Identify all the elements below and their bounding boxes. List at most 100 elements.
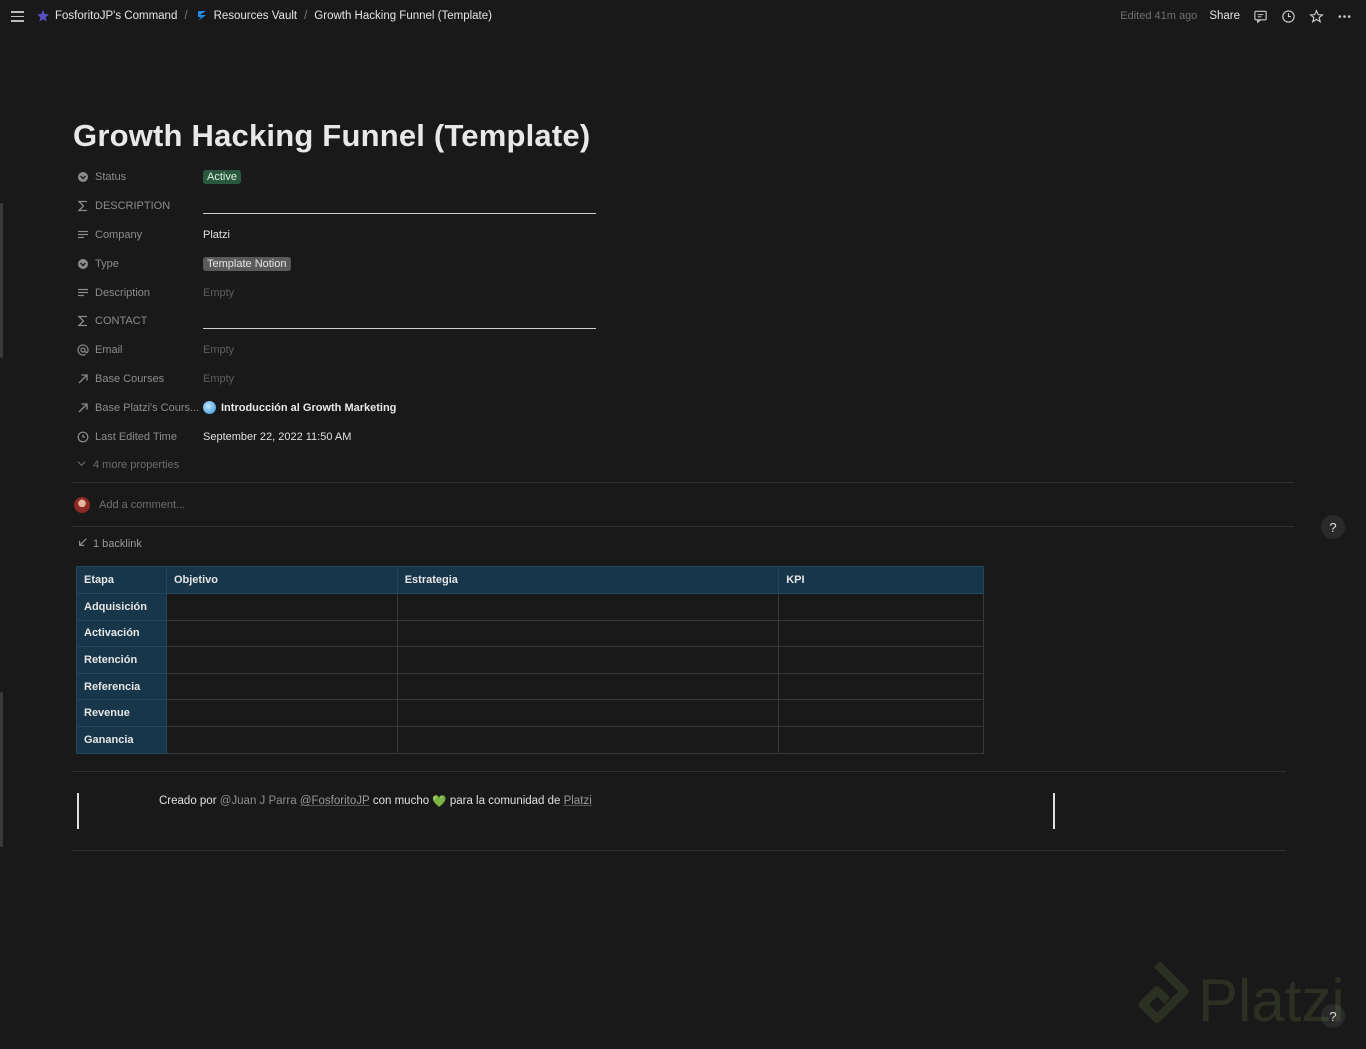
status-badge: Active <box>203 170 241 185</box>
property-label: Base Platzi's Cours... <box>95 401 200 414</box>
table-cell[interactable] <box>396 619 780 648</box>
property-last-edited-time: Last Edited Time September 22, 2022 11:5… <box>76 422 636 451</box>
property-name[interactable]: CONTACT <box>76 315 203 328</box>
help-button[interactable]: ? <box>1321 515 1345 539</box>
table-cell[interactable] <box>165 619 398 648</box>
property-description: Description Empty <box>76 278 636 307</box>
share-button[interactable]: Share <box>1209 10 1240 22</box>
table-cell[interactable] <box>165 672 398 701</box>
table-cell[interactable] <box>778 646 984 674</box>
formula-icon <box>76 315 89 328</box>
table-cell[interactable] <box>778 593 984 621</box>
table-cell[interactable] <box>778 672 984 701</box>
property-name[interactable]: Company <box>76 228 203 241</box>
more-properties-label: 4 more properties <box>93 459 180 472</box>
menu-icon[interactable] <box>11 11 24 22</box>
relation-arrow-icon <box>76 372 89 385</box>
table-cell[interactable] <box>778 699 984 727</box>
backlinks-toggle[interactable]: 1 backlink <box>78 537 142 550</box>
base-platzi-courses-value[interactable]: Introducción al Growth Marketing <box>203 393 636 422</box>
property-label: Type <box>95 257 119 270</box>
property-label: Company <box>95 228 143 241</box>
favorite-star-icon[interactable] <box>1308 8 1324 24</box>
stage-cell[interactable]: Adquisición <box>76 593 167 621</box>
credit-line: Creado por @Juan J Parra @FosforitoJP co… <box>159 794 592 808</box>
stage-cell[interactable]: Revenue <box>76 699 167 727</box>
breadcrumb: FosforitoJP's Command / Resources Vault … <box>36 9 492 23</box>
column-header[interactable]: Objetivo <box>165 566 398 594</box>
text-lines-icon <box>76 228 89 241</box>
table-cell[interactable] <box>396 672 780 701</box>
globe-icon <box>203 401 216 415</box>
stage-cell[interactable]: Retención <box>76 646 167 674</box>
property-email: Email Empty <box>76 336 636 365</box>
property-name[interactable]: Email <box>76 344 203 357</box>
avatar <box>74 497 90 513</box>
email-value[interactable]: Empty <box>203 336 636 365</box>
platzi-link[interactable]: Platzi <box>564 795 592 807</box>
column-header[interactable]: Estrategia <box>396 566 780 594</box>
table-cell[interactable] <box>396 725 780 754</box>
property-name[interactable]: Last Edited Time <box>76 430 203 443</box>
table-cell[interactable] <box>165 699 398 727</box>
edited-timestamp: Edited 41m ago <box>1120 10 1198 22</box>
column-header[interactable]: Etapa <box>76 566 167 594</box>
scroll-rail[interactable] <box>0 203 3 358</box>
property-name[interactable]: Status <box>76 171 203 184</box>
divider <box>72 850 1286 851</box>
table-cell[interactable] <box>165 646 398 674</box>
table-header-row: Etapa Objetivo Estrategia KPI <box>76 566 984 594</box>
table-cell[interactable] <box>396 593 780 621</box>
table-cell[interactable] <box>165 725 398 754</box>
formula-icon <box>76 200 89 213</box>
property-base-courses: Base Courses Empty <box>76 365 636 394</box>
credit-suffix: para la comunidad de <box>446 795 564 807</box>
platzi-watermark: Platzi <box>1124 960 1345 1041</box>
more-properties-toggle[interactable]: 4 more properties <box>76 458 179 472</box>
table-cell[interactable] <box>165 593 398 621</box>
stage-cell[interactable]: Referencia <box>76 672 167 701</box>
base-courses-value[interactable]: Empty <box>203 365 636 394</box>
formula-value[interactable] <box>203 307 636 336</box>
table-cell[interactable] <box>778 725 984 754</box>
divider-line <box>203 327 596 329</box>
company-value[interactable]: Platzi <box>203 221 636 250</box>
comment-input[interactable]: Add a comment... <box>74 497 185 513</box>
stage-cell[interactable]: Ganancia <box>76 725 167 754</box>
select-icon <box>76 257 89 270</box>
table-cell[interactable] <box>396 646 780 674</box>
status-value[interactable]: Active <box>203 163 636 192</box>
last-edited-value: September 22, 2022 11:50 AM <box>203 430 352 443</box>
page-title[interactable]: Growth Hacking Funnel (Template) <box>73 118 590 154</box>
divider-line <box>203 212 596 214</box>
breadcrumb-current-page[interactable]: Growth Hacking Funnel (Template) <box>314 10 492 22</box>
property-name[interactable]: Type <box>76 257 203 270</box>
scroll-rail[interactable] <box>0 692 3 847</box>
breadcrumb-separator: / <box>184 10 188 22</box>
relation-link[interactable]: Introducción al Growth Marketing <box>203 401 396 415</box>
table-cell[interactable] <box>778 619 984 648</box>
formula-value[interactable] <box>203 192 636 221</box>
property-name[interactable]: Base Courses <box>76 372 203 385</box>
type-value[interactable]: Template Notion <box>203 249 636 278</box>
credit-prefix: Creado por <box>159 795 220 807</box>
more-options-icon[interactable] <box>1336 8 1352 24</box>
history-clock-icon[interactable] <box>1280 8 1296 24</box>
property-name[interactable]: Base Platzi's Cours... <box>76 401 203 414</box>
breadcrumb-workspace[interactable]: FosforitoJP's Command <box>36 9 177 23</box>
workspace-icon <box>36 9 50 23</box>
user-mention-link[interactable]: @FosforitoJP <box>300 795 370 807</box>
column-header[interactable]: KPI <box>778 566 984 594</box>
property-name[interactable]: DESCRIPTION <box>76 200 203 213</box>
comments-icon[interactable] <box>1252 8 1268 24</box>
table-row: Referencia <box>76 672 984 701</box>
property-label: Base Courses <box>95 372 165 385</box>
property-label: Description <box>95 286 151 299</box>
table-cell[interactable] <box>396 699 780 727</box>
property-label: Email <box>95 344 123 357</box>
stage-cell[interactable]: Activación <box>76 619 167 648</box>
property-name[interactable]: Description <box>76 286 203 299</box>
table-row: Adquisición <box>76 593 984 621</box>
description-value[interactable]: Empty <box>203 278 636 307</box>
breadcrumb-resources-vault[interactable]: Resources Vault <box>195 9 297 23</box>
